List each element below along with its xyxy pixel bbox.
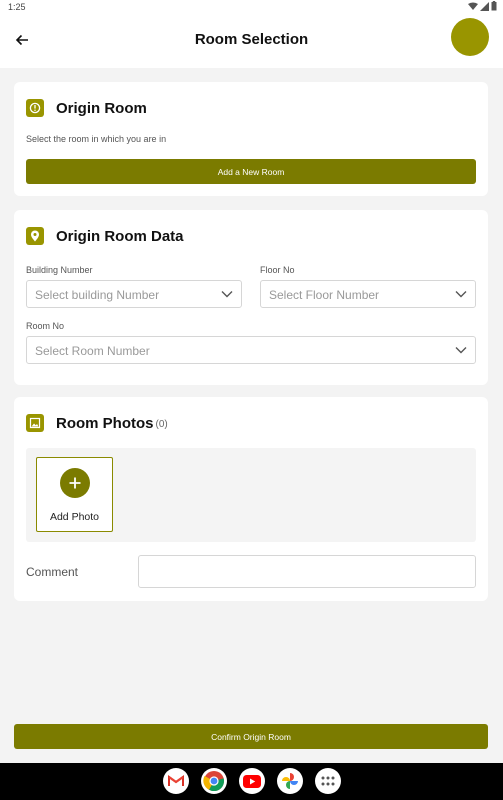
chevron-down-icon [455, 347, 467, 354]
app-drawer-icon[interactable] [314, 768, 341, 794]
app-dock [0, 763, 503, 800]
room-no-label: Room No [26, 321, 65, 331]
signal-icon [480, 1, 489, 11]
origin-room-subtitle: Select the room in which you are in [26, 134, 167, 144]
add-photo-label: Add Photo [49, 511, 100, 523]
chevron-down-icon [455, 291, 467, 298]
app-bar: Room Selection [0, 14, 503, 68]
room-photos-header: Room Photos (0) [26, 414, 168, 432]
room-photos-title: Room Photos [56, 414, 154, 432]
room-number-select[interactable]: Select Room Number [26, 336, 476, 364]
youtube-icon[interactable] [238, 768, 265, 794]
floor-number-placeholder: Select Floor Number [269, 288, 380, 302]
origin-room-title: Origin Room [56, 99, 147, 117]
page-title: Room Selection [194, 31, 309, 48]
wifi-icon [468, 2, 478, 10]
location-pin-icon [26, 227, 44, 245]
add-photo-button[interactable]: Add Photo [36, 457, 113, 532]
building-number-label: Building Number [26, 265, 93, 275]
dock-icons [0, 768, 503, 794]
floor-number-select[interactable]: Select Floor Number [260, 280, 476, 308]
building-number-placeholder: Select building Number [35, 288, 160, 302]
origin-room-card: Origin Room Select the room in which you… [14, 82, 488, 196]
origin-room-data-header: Origin Room Data [26, 227, 184, 245]
info-icon [26, 99, 44, 117]
room-photos-card: Room Photos (0) Add Photo Comment [14, 397, 488, 601]
origin-room-data-title: Origin Room Data [56, 227, 184, 245]
add-new-room-button[interactable]: Add a New Room [26, 159, 476, 184]
comment-input[interactable] [138, 555, 476, 588]
status-bar: 1:25 [0, 0, 503, 14]
origin-room-data-card: Origin Room Data Building Number Select … [14, 210, 488, 385]
comment-label: Comment [26, 565, 79, 579]
room-number-placeholder: Select Room Number [35, 344, 150, 358]
avatar[interactable] [451, 18, 489, 56]
plus-icon [60, 468, 90, 498]
gmail-icon[interactable] [162, 768, 189, 794]
status-time: 1:25 [8, 2, 26, 12]
battery-icon [491, 1, 497, 11]
origin-room-header: Origin Room [26, 99, 147, 117]
floor-no-label: Floor No [260, 265, 295, 275]
building-number-select[interactable]: Select building Number [26, 280, 242, 308]
confirm-origin-room-button[interactable]: Confirm Origin Room [14, 724, 488, 749]
photo-count: (0) [155, 418, 168, 430]
photos-icon[interactable] [276, 768, 303, 794]
chrome-icon[interactable] [200, 768, 227, 794]
image-icon [26, 414, 44, 432]
status-icons [468, 1, 497, 11]
chevron-down-icon [221, 291, 233, 298]
photo-gallery: Add Photo [26, 448, 476, 542]
